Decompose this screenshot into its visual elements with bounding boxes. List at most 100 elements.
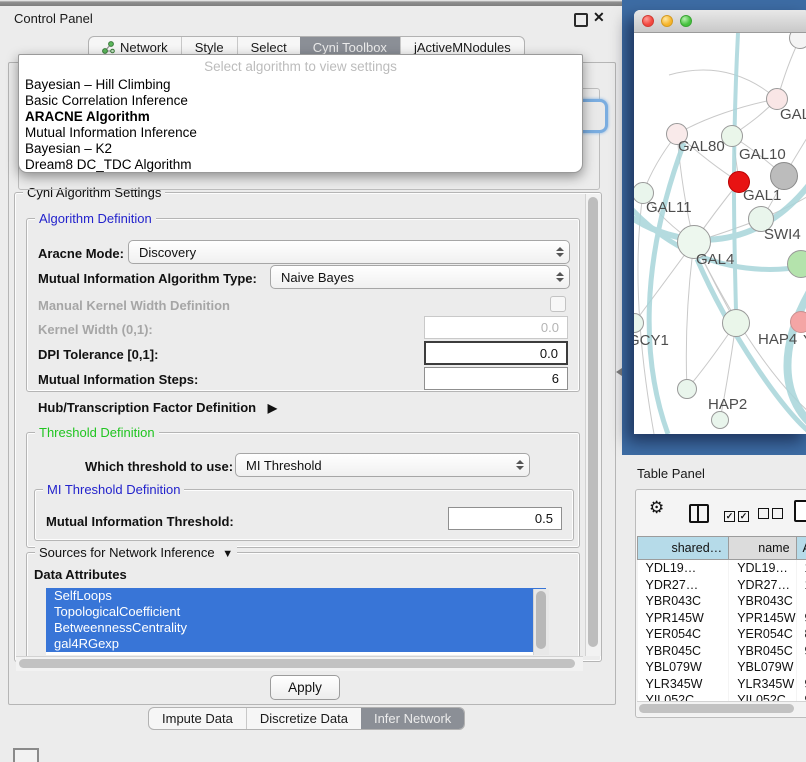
kernel-width-value: 0.0 [541, 320, 559, 335]
list-item-topologicalcoefficient[interactable]: TopologicalCoefficient [46, 604, 546, 620]
dpi-tolerance-value: 0.0 [540, 346, 558, 361]
float-panel-icon[interactable] [574, 13, 588, 27]
mi-threshold-definition-title: MI Threshold Definition [43, 482, 184, 497]
cell: YBR045C [638, 643, 729, 660]
attributes-list-scrollbar[interactable] [533, 589, 549, 655]
mi-steps-field[interactable]: 6 [424, 367, 568, 390]
tab-infer-network[interactable]: Infer Network [361, 708, 464, 729]
col-header-name[interactable]: name [729, 537, 796, 560]
table-row[interactable]: YLR345WYLR345W9. [638, 676, 806, 693]
close-traffic-light[interactable] [642, 15, 654, 27]
table-row[interactable]: YBR043CYBR043C [638, 593, 806, 610]
table-hscroll-thumb[interactable] [639, 704, 794, 713]
which-threshold-combo[interactable]: MI Threshold [235, 453, 530, 477]
combo-arrows-icon [556, 247, 564, 257]
table-horizontal-scrollbar[interactable] [637, 701, 806, 716]
mi-algorithm-type-combo[interactable]: Naive Bayes [270, 265, 570, 289]
cell: YLR345W [729, 676, 796, 693]
col-header-partial[interactable]: A [796, 537, 806, 560]
attributes-list-scroll-thumb[interactable] [536, 591, 546, 649]
settings-horizontal-scrollbar[interactable] [16, 656, 583, 671]
network-tab-icon [102, 41, 115, 54]
col-header-shared-name[interactable]: shared… [638, 537, 729, 560]
algo-option-dream8[interactable]: Dream8 DC_TDC Algorithm [25, 157, 192, 172]
network-canvas[interactable]: GAL GAL80 GAL10 GAL1 GAL11 SWI4 GAL4 GCY… [634, 33, 806, 434]
table-panel-title: Table Panel [637, 466, 705, 481]
mi-algorithm-type-value: Naive Bayes [281, 270, 354, 285]
splitter-collapse-arrow[interactable] [616, 368, 622, 376]
data-attributes-list[interactable]: SelfLoops TopologicalCoefficient Between… [46, 588, 546, 655]
kernel-width-field[interactable]: 0.0 [424, 316, 568, 339]
tab-impute-data[interactable]: Impute Data [149, 708, 246, 729]
cell: YPR145W [729, 610, 796, 627]
hub-definition-expander[interactable]: Hub/Transcription Factor Definition ▶ [38, 400, 277, 415]
algorithm-placeholder: Select algorithm to view settings [19, 59, 582, 74]
data-attributes-label: Data Attributes [34, 567, 127, 582]
table-row[interactable]: YPR145WYPR145W9. [638, 610, 806, 627]
cell: YDR27… [729, 577, 796, 594]
cell: 9. [796, 610, 806, 627]
tab-impute-data-label: Impute Data [162, 711, 233, 726]
node-gray[interactable] [770, 162, 798, 190]
cell: YBR043C [638, 593, 729, 610]
minimize-traffic-light[interactable] [661, 15, 673, 27]
node-label-gal10: GAL10 [739, 146, 786, 163]
docked-panel-icon[interactable] [13, 748, 39, 762]
node-label-gal1: GAL1 [743, 187, 781, 204]
control-panel-title: Control Panel [14, 11, 93, 26]
settings-vertical-scrollbar[interactable] [585, 194, 601, 656]
apply-button[interactable]: Apply [270, 675, 340, 700]
sources-title-row[interactable]: Sources for Network Inference ▼ [35, 545, 237, 560]
aracne-mode-combo[interactable]: Discovery [128, 240, 570, 264]
list-item-betweennesscentrality[interactable]: BetweennessCentrality [46, 620, 546, 636]
zoom-traffic-light[interactable] [680, 15, 692, 27]
cell: 13 [796, 560, 806, 577]
close-icon[interactable]: ✕ [593, 9, 605, 26]
network-view-window[interactable]: GAL GAL80 GAL10 GAL1 GAL11 SWI4 GAL4 GCY… [634, 10, 806, 434]
mi-steps-label: Mutual Information Steps: [38, 372, 198, 387]
table-row[interactable]: YDL19…YDL19…13 [638, 560, 806, 577]
node-bottom-partial[interactable] [711, 411, 729, 429]
cell: YER054C [638, 626, 729, 643]
list-item-selfloops[interactable]: SelfLoops [46, 588, 546, 604]
mi-threshold-field[interactable]: 0.5 [448, 507, 562, 530]
dpi-tolerance-field[interactable]: 0.0 [424, 341, 568, 365]
table-row[interactable]: YBL079WYBL079W [638, 659, 806, 676]
algo-option-bayesian-k2[interactable]: Bayesian – K2 [25, 141, 112, 156]
table-header-row: shared… name A [638, 537, 806, 560]
algo-option-mutual-information[interactable]: Mutual Information Inference [25, 125, 197, 140]
network-window-titlebar[interactable] [634, 10, 806, 33]
algorithm-definition-title: Algorithm Definition [35, 211, 156, 226]
table-row[interactable]: YBR045CYBR045C9. [638, 643, 806, 660]
manual-kernel-width-checkbox[interactable] [550, 296, 566, 312]
settings-hscroll-thumb[interactable] [19, 659, 575, 668]
algo-option-bayesian-hill-climbing[interactable]: Bayesian – Hill Climbing [25, 77, 171, 92]
select-all-checkboxes-icon[interactable]: ✓✓ [724, 506, 752, 524]
table-panel: Table Panel ⚙ ✓✓ shared… name A YDL19…YD… [622, 455, 806, 762]
table-row[interactable]: YER054CYER054C8. [638, 626, 806, 643]
settings-vscroll-thumb[interactable] [588, 197, 598, 647]
manual-kernel-width-label: Manual Kernel Width Definition [38, 298, 230, 313]
collapse-down-arrow-icon: ▼ [222, 548, 233, 560]
tab-discretize-data[interactable]: Discretize Data [246, 708, 361, 729]
node-hap2[interactable] [677, 379, 697, 399]
algo-option-aracne[interactable]: ARACNE Algorithm [25, 109, 150, 124]
cell [796, 593, 806, 610]
columns-icon[interactable] [689, 504, 709, 523]
cyni-bottom-tabstrip: Impute Data Discretize Data Infer Networ… [148, 707, 465, 730]
document-icon[interactable] [794, 500, 806, 522]
node-label-hap4: HAP4 [758, 331, 797, 348]
list-item-gal4rgexp[interactable]: gal4RGexp [46, 636, 546, 652]
node-hap4[interactable] [722, 309, 750, 337]
combo-arrows-icon [556, 272, 564, 282]
gear-icon[interactable]: ⚙ [649, 498, 664, 518]
cell: YER054C [729, 626, 796, 643]
node-table[interactable]: shared… name A YDL19…YDL19…13 YDR27…YDR2… [637, 536, 806, 709]
node-pink-right[interactable] [790, 311, 806, 333]
table-row[interactable]: YDR27…YDR27…12 [638, 577, 806, 594]
clear-all-checkboxes-icon[interactable] [758, 506, 786, 524]
mi-threshold-value: 0.5 [535, 511, 553, 526]
cell: 9. [796, 643, 806, 660]
checked-box-icon: ✓ [738, 511, 749, 522]
algo-option-basic-correlation[interactable]: Basic Correlation Inference [25, 93, 188, 108]
